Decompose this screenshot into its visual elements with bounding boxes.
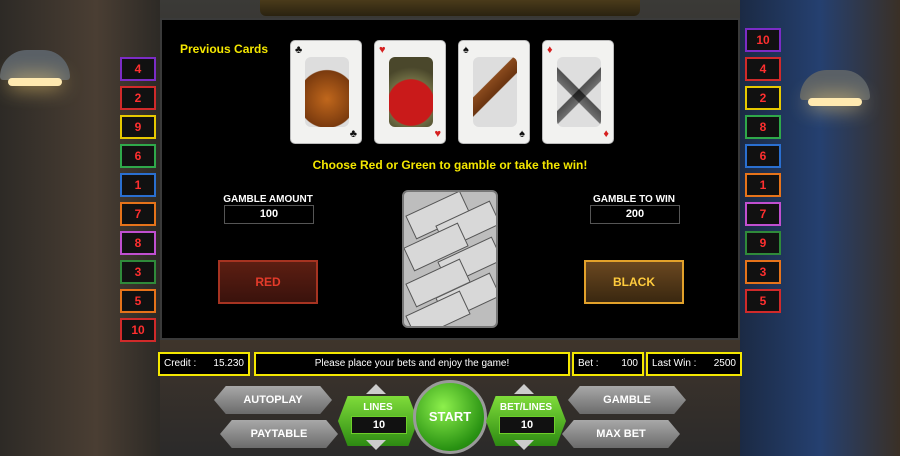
gamble-button[interactable]: GAMBLE xyxy=(568,386,686,414)
right-payline-9[interactable]: 3 xyxy=(745,260,781,284)
credit-display: Credit : 15.230 xyxy=(158,352,250,376)
status-message-text: Please place your bets and enjoy the gam… xyxy=(314,358,510,369)
left-payline-5[interactable]: 1 xyxy=(120,173,156,197)
previous-card-3: ♠ ♠ xyxy=(458,40,530,144)
previous-card-4: ♦ ♦ xyxy=(542,40,614,144)
right-payline-2[interactable]: 4 xyxy=(745,57,781,81)
left-payline-4[interactable]: 6 xyxy=(120,144,156,168)
max-bet-button[interactable]: MAX BET xyxy=(562,420,680,448)
lines-label: LINES xyxy=(363,402,393,413)
suit-icon-spades: ♠ xyxy=(463,44,469,56)
grenade-heart-art xyxy=(389,57,433,127)
paytable-button[interactable]: PAYTABLE xyxy=(220,420,338,448)
bet-lines-value[interactable]: 10 xyxy=(499,416,555,434)
right-payline-5[interactable]: 6 xyxy=(745,144,781,168)
left-payline-10[interactable]: 10 xyxy=(120,318,156,342)
suit-icon-clubs: ♣ xyxy=(295,44,303,56)
gamble-amount-value: 100 xyxy=(224,205,314,224)
right-payline-6[interactable]: 1 xyxy=(745,173,781,197)
face-down-gamble-card xyxy=(402,190,498,328)
previous-cards-label: Previous Cards xyxy=(180,42,269,56)
suit-icon-diamonds-bottom: ♦ xyxy=(603,128,609,140)
left-payline-3[interactable]: 9 xyxy=(120,115,156,139)
bet-display: Bet : 100 xyxy=(572,352,644,376)
suit-icon-spades-bottom: ♠ xyxy=(519,128,525,140)
last-win-label: Last Win : xyxy=(652,358,697,369)
right-payline-7[interactable]: 7 xyxy=(745,202,781,226)
suit-icon-diamonds: ♦ xyxy=(547,44,553,56)
left-payline-1[interactable]: 4 xyxy=(120,57,156,81)
lines-value[interactable]: 10 xyxy=(351,416,407,434)
bet-lines-increase-arrow-icon[interactable] xyxy=(514,384,534,394)
gamble-to-win-label: GAMBLE TO WIN xyxy=(592,194,676,205)
red-button[interactable]: RED xyxy=(218,260,318,304)
suit-icon-hearts-bottom: ♥ xyxy=(434,128,441,140)
left-payline-6[interactable]: 7 xyxy=(120,202,156,226)
previous-card-2: ♥ ♥ xyxy=(374,40,446,144)
gamble-panel: Previous Cards ♣ ♣ ♥ ♥ ♠ ♠ ♦ ♦ Choose Re… xyxy=(160,18,740,340)
right-payline-10[interactable]: 5 xyxy=(745,289,781,313)
credit-label: Credit : xyxy=(164,358,197,369)
start-button[interactable]: START xyxy=(413,380,487,454)
lines-increase-arrow-icon[interactable] xyxy=(366,384,386,394)
game-logo xyxy=(260,0,640,16)
right-payline-8[interactable]: 9 xyxy=(745,231,781,255)
cognac-glass-art xyxy=(305,57,349,127)
status-message: Please place your bets and enjoy the gam… xyxy=(254,352,570,376)
gamble-amount-label: GAMBLE AMOUNT xyxy=(223,194,313,205)
right-payline-3[interactable]: 2 xyxy=(745,86,781,110)
gamble-to-win-value: 200 xyxy=(590,205,680,224)
last-win-value: 2500 xyxy=(713,358,736,369)
crossed-pistols-art xyxy=(557,57,601,127)
left-payline-8[interactable]: 3 xyxy=(120,260,156,284)
black-button[interactable]: BLACK xyxy=(584,260,684,304)
last-win-display: Last Win : 2500 xyxy=(646,352,742,376)
right-payline-4[interactable]: 8 xyxy=(745,115,781,139)
left-payline-2[interactable]: 2 xyxy=(120,86,156,110)
right-payline-1[interactable]: 10 xyxy=(745,28,781,52)
previous-card-1: ♣ ♣ xyxy=(290,40,362,144)
bet-label: Bet : xyxy=(578,358,599,369)
left-payline-9[interactable]: 5 xyxy=(120,289,156,313)
bet-value: 100 xyxy=(621,358,638,369)
suit-icon-hearts: ♥ xyxy=(379,44,386,56)
left-payline-7[interactable]: 8 xyxy=(120,231,156,255)
bet-lines-label: BET/LINES xyxy=(499,402,553,413)
cigar-art xyxy=(473,57,517,127)
suit-icon-clubs-bottom: ♣ xyxy=(349,128,357,140)
gamble-instruction: Choose Red or Green to gamble or take th… xyxy=(312,158,588,172)
autoplay-button[interactable]: AUTOPLAY xyxy=(214,386,332,414)
credit-value: 15.230 xyxy=(213,358,244,369)
